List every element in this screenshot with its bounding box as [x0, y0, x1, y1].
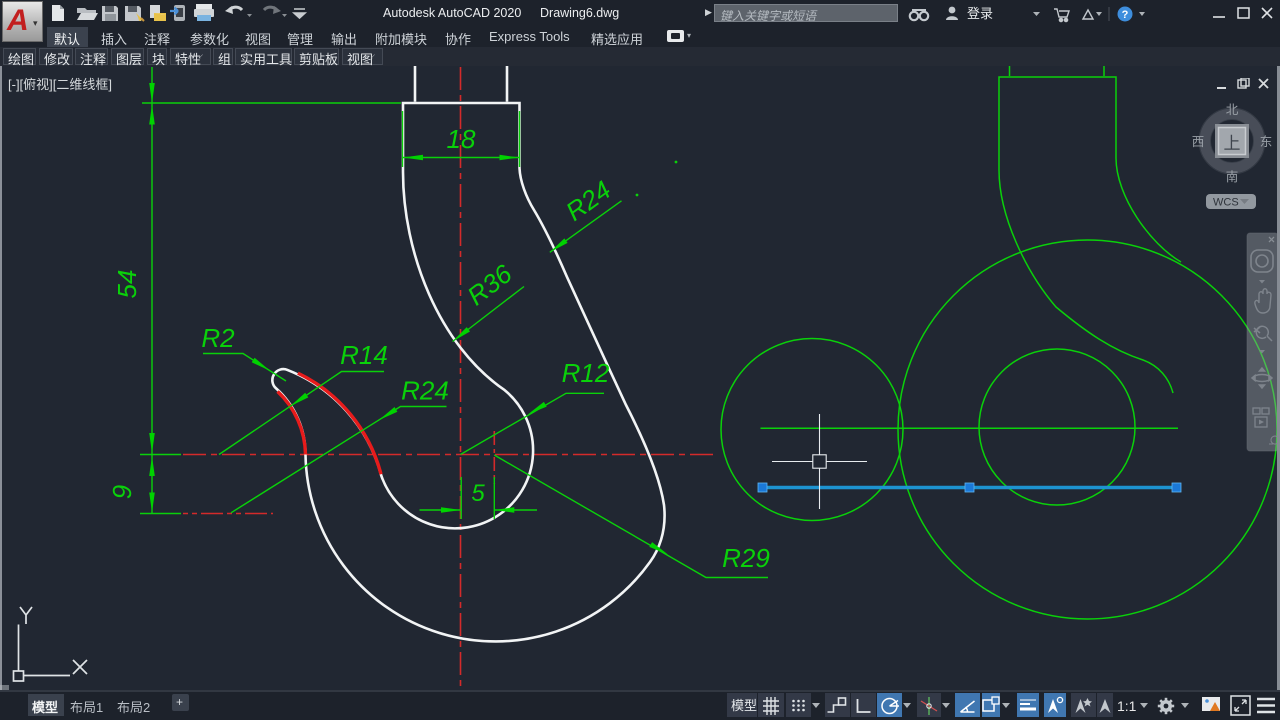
svg-text:R36: R36 — [461, 258, 518, 311]
svg-text:模型: 模型 — [731, 698, 757, 713]
svg-text:东: 东 — [1260, 135, 1273, 149]
svg-text:1:1: 1:1 — [1117, 698, 1137, 714]
svg-text:登录: 登录 — [967, 6, 993, 21]
svg-text:R24: R24 — [401, 376, 449, 406]
svg-text:9: 9 — [107, 485, 137, 499]
svg-text:54: 54 — [112, 270, 142, 299]
svg-text:5: 5 — [471, 480, 485, 507]
svg-text:上: 上 — [1224, 134, 1241, 153]
svg-text:R2: R2 — [201, 323, 235, 353]
svg-text:南: 南 — [1226, 169, 1239, 184]
svg-text:?: ? — [1122, 9, 1129, 21]
svg-text:WCS: WCS — [1213, 197, 1239, 209]
svg-text:18: 18 — [447, 124, 476, 154]
svg-text:R29: R29 — [722, 543, 770, 573]
svg-text:R24: R24 — [560, 175, 616, 227]
svg-text:R12: R12 — [562, 358, 610, 388]
svg-text:R14: R14 — [340, 340, 388, 370]
svg-text:西: 西 — [1192, 135, 1205, 149]
svg-text:北: 北 — [1226, 103, 1239, 117]
